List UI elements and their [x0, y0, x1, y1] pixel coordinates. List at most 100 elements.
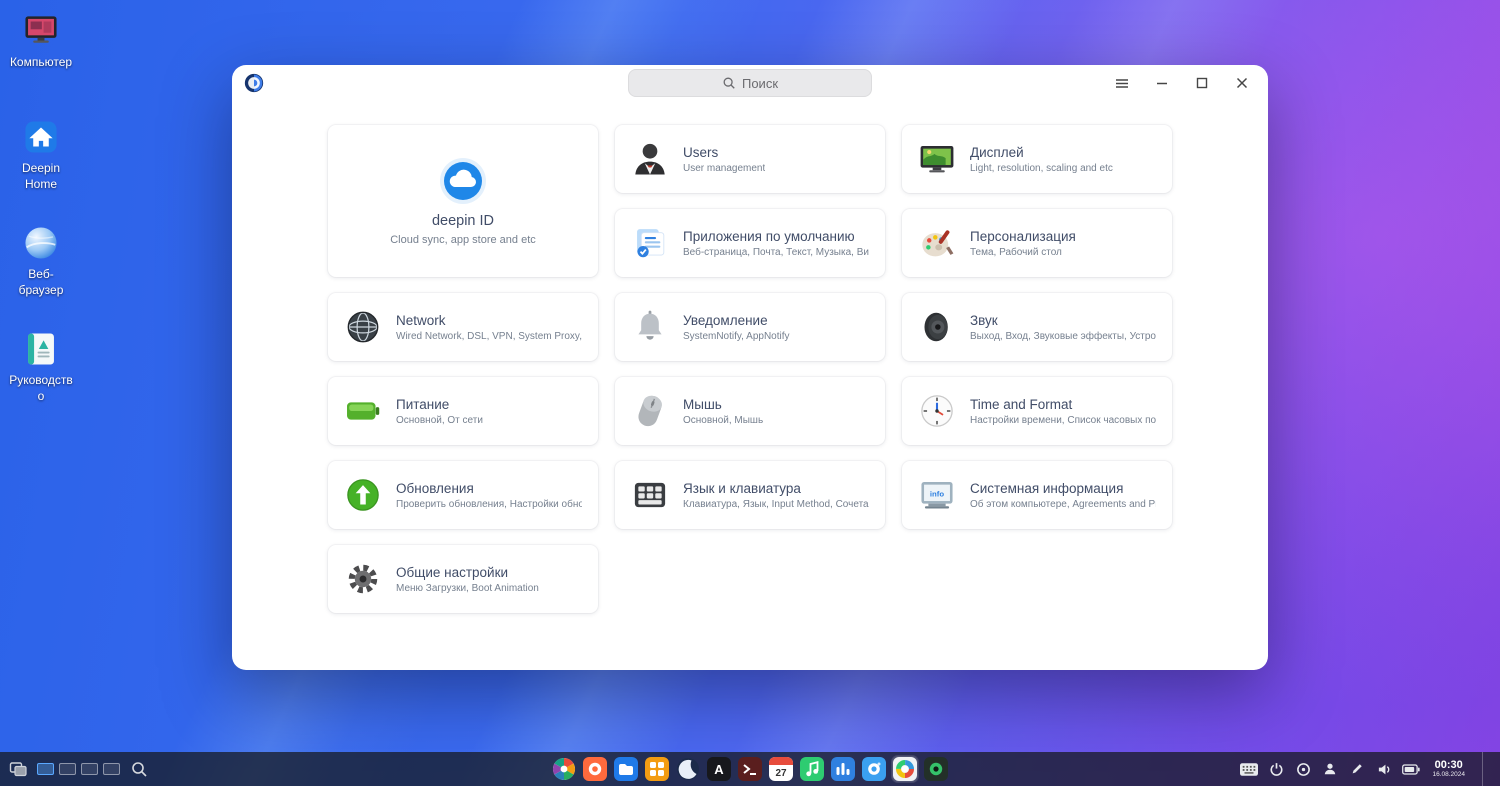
settings-card-keyboard[interactable]: Язык и клавиатура Клавиатура, Язык, Input… — [615, 461, 885, 529]
settings-card-sound[interactable]: Звук Выход, Вход, Звуковые эффекты, Устро… — [902, 293, 1172, 361]
card-subtitle: Проверить обновления, Настройки обнов... — [396, 498, 582, 510]
dock-music-icon[interactable] — [799, 756, 825, 782]
settings-card-notification[interactable]: Уведомление SystemNotify, AppNotify — [615, 293, 885, 361]
power-icon — [344, 392, 382, 430]
card-subtitle: Тема, Рабочий стол — [970, 246, 1062, 258]
desktop-icon-label: Руководство — [9, 373, 73, 403]
card-text: Обновления Проверить обновления, Настройк… — [396, 481, 582, 510]
general-icon — [344, 560, 382, 598]
settings-card-deepin-id[interactable]: deepin ID Cloud sync, app store and etc — [328, 125, 598, 277]
workspace-3[interactable] — [81, 763, 98, 775]
card-subtitle: Основной, От сети — [396, 414, 483, 426]
menu-button[interactable] — [1102, 65, 1142, 101]
search-placeholder: Поиск — [741, 75, 779, 91]
notification-icon — [631, 308, 669, 346]
dock-calendar-icon[interactable]: 27 — [768, 756, 794, 782]
search-icon — [723, 77, 735, 89]
card-title: Users — [683, 144, 719, 160]
dock-terminal-icon[interactable] — [737, 756, 763, 782]
settings-card-general[interactable]: Общие настройки Меню Загрузки, Boot Anima… — [328, 545, 598, 613]
taskbar: A 27 00:30 16.08.2024 — [0, 752, 1500, 786]
desktop-icon-web-browser[interactable]: Веб-браузер — [6, 224, 76, 330]
deepin-home-icon — [22, 118, 60, 156]
card-text: Мышь Основной, Мышь — [683, 397, 763, 426]
keyboard-layout-tray-icon[interactable] — [1240, 760, 1259, 778]
search-input[interactable]: Поиск — [628, 69, 872, 97]
card-text: Персонализация Тема, Рабочий стол — [970, 229, 1076, 258]
personalization-icon — [918, 224, 956, 262]
dock-launcher-icon[interactable] — [551, 756, 577, 782]
power-tray-icon[interactable] — [1267, 760, 1285, 778]
minimize-button[interactable] — [1142, 65, 1182, 101]
dock-text-editor-icon[interactable]: A — [706, 756, 732, 782]
card-text: Network Wired Network, DSL, VPN, System P… — [396, 313, 582, 342]
settings-card-system-info[interactable]: info Системная информация Об этом компьюте… — [902, 461, 1172, 529]
multitasking-view-icon[interactable] — [8, 759, 28, 779]
card-text: Общие настройки Меню Загрузки, Boot Anima… — [396, 565, 539, 594]
settings-card-users[interactable]: Users User management — [615, 125, 885, 193]
desktop-icon-manual[interactable]: Руководство — [6, 330, 76, 436]
desktop-icon-area: Компьютер Deepin Home Веб-браузер Руководст… — [6, 12, 76, 436]
workspace-4[interactable] — [103, 763, 120, 775]
card-subtitle: Веб-страница, Почта, Текст, Музыка, Виде… — [683, 246, 869, 258]
dock-file-manager-icon[interactable] — [613, 756, 639, 782]
dock-video-player-icon[interactable] — [830, 756, 856, 782]
settings-card-display[interactable]: Дисплей Light, resolution, scaling and et… — [902, 125, 1172, 193]
desktop-icon-label: Веб-браузер — [18, 267, 64, 297]
card-subtitle: Клавиатура, Язык, Input Method, Сочетани… — [683, 498, 869, 510]
dock-app-market-icon[interactable] — [644, 756, 670, 782]
clock-time: 00:30 — [1434, 759, 1463, 772]
grand-search-icon[interactable] — [129, 759, 149, 779]
onboard-tray-icon[interactable] — [1321, 760, 1339, 778]
system-info-icon: info — [918, 476, 956, 514]
window-titlebar[interactable]: Поиск — [232, 65, 1268, 101]
desktop-icon-computer[interactable]: Компьютер — [6, 12, 76, 118]
settings-card-default-apps[interactable]: Приложения по умолчанию Веб-страница, Поч… — [615, 209, 885, 277]
dock-photos-icon[interactable] — [861, 756, 887, 782]
card-title: Персонализация — [970, 228, 1076, 244]
card-title: Питание — [396, 396, 450, 412]
desktop-wallpaper: Компьютер Deepin Home Веб-браузер Руководст… — [0, 0, 1500, 786]
card-subtitle: User management — [683, 162, 766, 174]
settings-card-power[interactable]: Питание Основной, От сети — [328, 377, 598, 445]
card-title: Уведомление — [683, 312, 768, 328]
settings-card-updates[interactable]: Обновления Проверить обновления, Настройк… — [328, 461, 598, 529]
card-title: Звук — [970, 312, 998, 328]
close-button[interactable] — [1222, 65, 1262, 101]
svg-text:27: 27 — [775, 768, 787, 779]
card-title: Time and Format — [970, 396, 1073, 412]
card-text: Users User management — [683, 145, 765, 174]
clock[interactable]: 00:30 16.08.2024 — [1432, 759, 1465, 778]
card-subtitle: Основной, Мышь — [683, 414, 764, 426]
sound-icon — [918, 308, 956, 346]
desktop-icon-deepin-home[interactable]: Deepin Home — [6, 118, 76, 224]
mouse-icon — [631, 392, 669, 430]
updates-icon — [344, 476, 382, 514]
dock-control-center-icon[interactable] — [892, 756, 918, 782]
dock-app-store-icon[interactable] — [582, 756, 608, 782]
settings-card-network[interactable]: Network Wired Network, DSL, VPN, System P… — [328, 293, 598, 361]
settings-card-personalization[interactable]: Персонализация Тема, Рабочий стол — [902, 209, 1172, 277]
deepin-id-icon — [439, 157, 487, 205]
workspace-2[interactable] — [59, 763, 76, 775]
card-title: Системная информация — [970, 480, 1124, 496]
show-desktop-button[interactable] — [1482, 752, 1488, 786]
settings-card-time-format[interactable]: Time and Format Настройки времени, Список… — [902, 377, 1172, 445]
clock-date: 16.08.2024 — [1432, 771, 1465, 779]
settings-card-mouse[interactable]: Мышь Основной, Мышь — [615, 377, 885, 445]
notification-tray-icon[interactable] — [1294, 760, 1312, 778]
volume-tray-icon[interactable] — [1375, 760, 1393, 778]
maximize-button[interactable] — [1182, 65, 1222, 101]
card-text: deepin ID Cloud sync, app store and etc — [390, 213, 536, 246]
dock-screen-capture-icon[interactable] — [923, 756, 949, 782]
battery-tray-icon[interactable] — [1402, 760, 1421, 778]
taskbar-left — [0, 759, 149, 779]
pen-tray-icon[interactable] — [1348, 760, 1366, 778]
desktop-icon-label: Deepin Home — [21, 161, 61, 191]
card-title: Дисплей — [970, 144, 1024, 160]
card-text: Звук Выход, Вход, Звуковые эффекты, Устро… — [970, 313, 1156, 342]
card-subtitle: SystemNotify, AppNotify — [683, 330, 790, 342]
dock-browser-icon[interactable] — [675, 756, 701, 782]
card-title: Язык и клавиатура — [683, 480, 801, 496]
workspace-1[interactable] — [37, 763, 54, 775]
